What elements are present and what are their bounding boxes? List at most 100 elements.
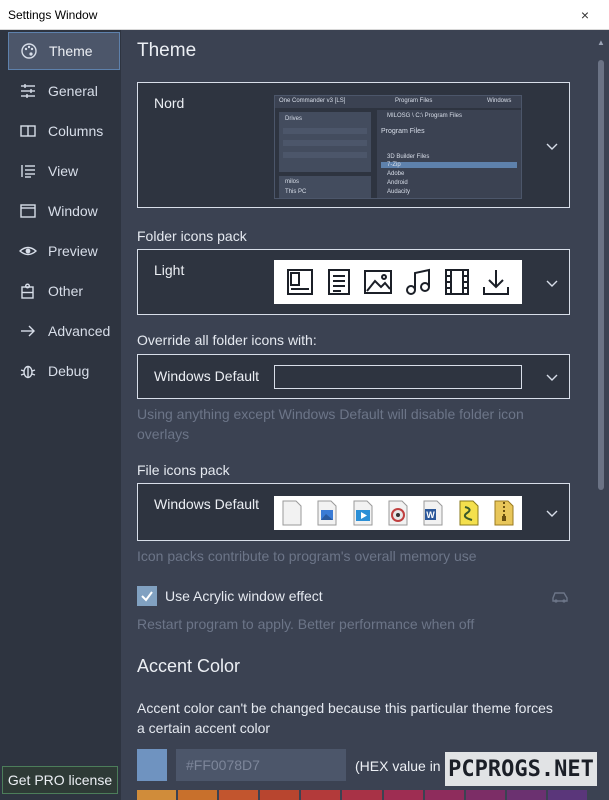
settings-content: Theme Nord One Commander v3 [LS] Program… — [123, 30, 593, 800]
palette-color-chip[interactable] — [137, 790, 177, 800]
content-scrollbar[interactable]: ▲ — [593, 30, 609, 800]
columns-icon — [18, 121, 38, 141]
archive-file-icon — [494, 500, 514, 526]
acrylic-label[interactable]: Use Acrylic window effect — [165, 588, 323, 604]
folder-videos-icon — [444, 269, 469, 295]
get-pro-license-button[interactable]: Get PRO license — [2, 766, 118, 794]
preview-file-row: 3D Builder Files — [387, 154, 430, 160]
acrylic-checkbox[interactable] — [137, 586, 157, 606]
accent-hex-input[interactable]: #FF0078D7 — [176, 749, 346, 781]
folder-icons-label: Folder icons pack — [137, 228, 247, 244]
sidebar-item-label: General — [48, 83, 98, 99]
settings-sidebar: Theme General Columns View Window Previe… — [0, 30, 122, 800]
preview-file-row: Adobe — [387, 171, 405, 177]
chevron-down-icon — [546, 374, 558, 381]
preview-user-panel: milos This PC — [279, 176, 371, 198]
folder-desktop-icon — [286, 269, 313, 295]
checkmark-icon — [141, 591, 153, 602]
palette-color-chip[interactable] — [260, 790, 300, 800]
palette-color-chip[interactable] — [506, 790, 546, 800]
puzzle-icon — [18, 281, 38, 301]
preview-selected-row — [381, 162, 517, 168]
folder-icons-dropdown[interactable]: Light — [137, 249, 570, 315]
close-icon[interactable]: × — [577, 7, 593, 23]
performance-car-icon — [552, 592, 568, 603]
preview-file-row: Audacity — [387, 189, 411, 195]
sidebar-item-other[interactable]: Other — [8, 272, 120, 310]
folder-downloads-icon — [483, 270, 510, 295]
palette-color-chip[interactable] — [547, 790, 588, 800]
sidebar-item-debug[interactable]: Debug — [8, 352, 120, 390]
file-icons-label: File icons pack — [137, 462, 230, 478]
preview-file-row: Android — [387, 180, 408, 186]
sidebar-item-label: View — [48, 163, 79, 179]
palette-color-chip[interactable] — [342, 790, 382, 800]
audio-file-icon — [388, 500, 408, 526]
preview-titlebar: One Commander v3 [LS] Program Files Wind… — [275, 96, 521, 108]
preview-tab: Windows — [487, 98, 512, 104]
word-file-icon: W — [423, 500, 443, 526]
acrylic-hint: Restart program to apply. Better perform… — [137, 616, 475, 632]
sidebar-item-label: Other — [48, 283, 84, 299]
preview-app-title: One Commander v3 [LS] — [279, 98, 346, 104]
override-hint: Using anything except Windows Default wi… — [137, 406, 524, 442]
sidebar-item-theme[interactable]: Theme — [8, 32, 120, 70]
override-preview-field — [274, 365, 522, 389]
list-icon — [18, 161, 38, 181]
sidebar-item-advanced[interactable]: Advanced — [8, 312, 120, 350]
accent-color-note: Accent color can't be changed because th… — [137, 700, 553, 736]
sidebar-item-columns[interactable]: Columns — [8, 112, 120, 150]
folder-pictures-icon — [364, 270, 393, 294]
bug-icon — [18, 361, 38, 381]
watermark: PCPROGS.NET — [445, 752, 597, 786]
folder-icons-preview — [274, 260, 522, 304]
palette-color-chip[interactable] — [178, 790, 218, 800]
palette-color-chip[interactable] — [424, 790, 464, 800]
preview-tab: Program Files — [395, 98, 433, 104]
preview-file-row: 7-Zip — [387, 162, 401, 168]
palette-color-chip[interactable] — [219, 790, 259, 800]
sidebar-item-preview[interactable]: Preview — [8, 232, 120, 270]
eye-icon — [18, 241, 38, 261]
window-icon — [18, 201, 38, 221]
image-file-icon — [317, 500, 337, 526]
sliders-icon — [18, 81, 38, 101]
file-icons-hint: Icon packs contribute to program's overa… — [137, 548, 477, 564]
blank-file-icon — [282, 500, 302, 526]
arrow-right-icon — [18, 321, 38, 341]
folder-icons-selected-value: Light — [154, 262, 185, 278]
preview-drives-panel: Drives — [279, 112, 371, 172]
preview-pc-label: This PC — [285, 189, 307, 195]
sidebar-item-label: Preview — [48, 243, 98, 259]
script-file-icon — [459, 500, 479, 526]
override-folder-icons-dropdown[interactable]: Windows Default — [137, 354, 570, 399]
override-selected-value: Windows Default — [154, 368, 260, 384]
palette-color-chip[interactable] — [383, 790, 423, 800]
theme-preview-image: One Commander v3 [LS] Program Files Wind… — [274, 95, 522, 199]
folder-music-icon — [405, 268, 430, 295]
sidebar-item-label: Window — [48, 203, 98, 219]
preview-folder-title: Program Files — [381, 128, 425, 135]
file-icons-dropdown[interactable]: Windows Default W — [137, 483, 570, 541]
preview-row — [283, 128, 367, 134]
preview-file-panel: MILOSG \ C:\ Program Files Program Files… — [377, 110, 521, 198]
preview-row — [283, 140, 367, 146]
palette-color-chip[interactable] — [465, 790, 505, 800]
sidebar-item-general[interactable]: General — [8, 72, 120, 110]
theme-dropdown[interactable]: Nord One Commander v3 [LS] Program Files… — [137, 82, 570, 208]
page-title: Theme — [137, 40, 197, 61]
chevron-down-icon — [546, 143, 558, 150]
svg-text:W: W — [427, 510, 436, 520]
scroll-up-icon[interactable]: ▲ — [596, 38, 606, 48]
palette-color-chip[interactable] — [301, 790, 341, 800]
sidebar-item-label: Debug — [48, 363, 90, 379]
title-bar: Settings Window × — [0, 0, 609, 30]
scrollbar-thumb[interactable] — [598, 60, 604, 490]
theme-selected-value: Nord — [154, 95, 185, 111]
sidebar-item-view[interactable]: View — [8, 152, 120, 190]
sidebar-item-window[interactable]: Window — [8, 192, 120, 230]
file-icons-preview: W — [274, 496, 522, 530]
folder-documents-icon — [327, 269, 350, 295]
sidebar-item-label: Advanced — [48, 323, 111, 339]
accent-color-palette — [137, 790, 588, 800]
